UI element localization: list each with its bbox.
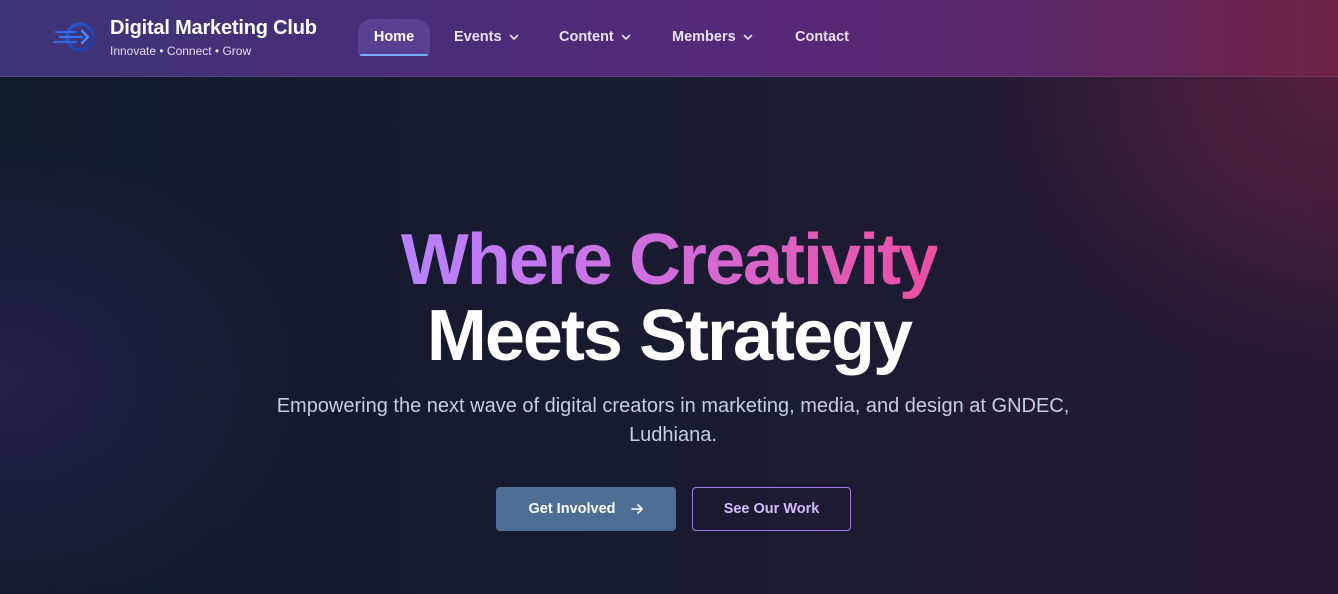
nav-home-label: Home xyxy=(373,29,415,45)
chevron-down-icon xyxy=(621,34,631,40)
see-our-work-button[interactable]: See Our Work xyxy=(692,487,851,531)
chevron-down-icon xyxy=(743,34,752,40)
brand-tagline: Innovate • Connect • Grow xyxy=(110,44,252,58)
chevron-down-icon xyxy=(509,34,518,40)
nav-content[interactable]: Content xyxy=(559,19,632,55)
nav-events-label: Events xyxy=(454,29,502,45)
nav-contact[interactable]: Contact xyxy=(795,19,849,55)
globe-arrow-logo[interactable] xyxy=(52,20,96,54)
brand-title[interactable]: Digital Marketing Club xyxy=(110,17,317,40)
nav-members[interactable]: Members xyxy=(672,19,754,55)
nav-contact-label: Contact xyxy=(795,29,849,45)
nav-home[interactable]: Home xyxy=(358,19,430,56)
hero-headline-plain: Meets Strategy xyxy=(426,296,913,376)
nav-content-label: Content xyxy=(559,29,614,45)
nav-events[interactable]: Events xyxy=(454,19,520,55)
nav-members-label: Members xyxy=(672,29,736,45)
get-involved-button[interactable]: Get Involved xyxy=(496,487,676,531)
see-our-work-label: See Our Work xyxy=(723,501,820,517)
hero-subtitle: Empowering the next wave of digital crea… xyxy=(276,395,1070,446)
site-header: Digital Marketing Club Innovate • Connec… xyxy=(0,0,1338,77)
arrow-right-icon xyxy=(630,504,643,514)
get-involved-label: Get Involved xyxy=(528,501,616,517)
hero-headline-gradient-text: Where Creativity xyxy=(400,220,939,300)
hero-headline-gradient: Where Creativity xyxy=(0,218,1338,302)
